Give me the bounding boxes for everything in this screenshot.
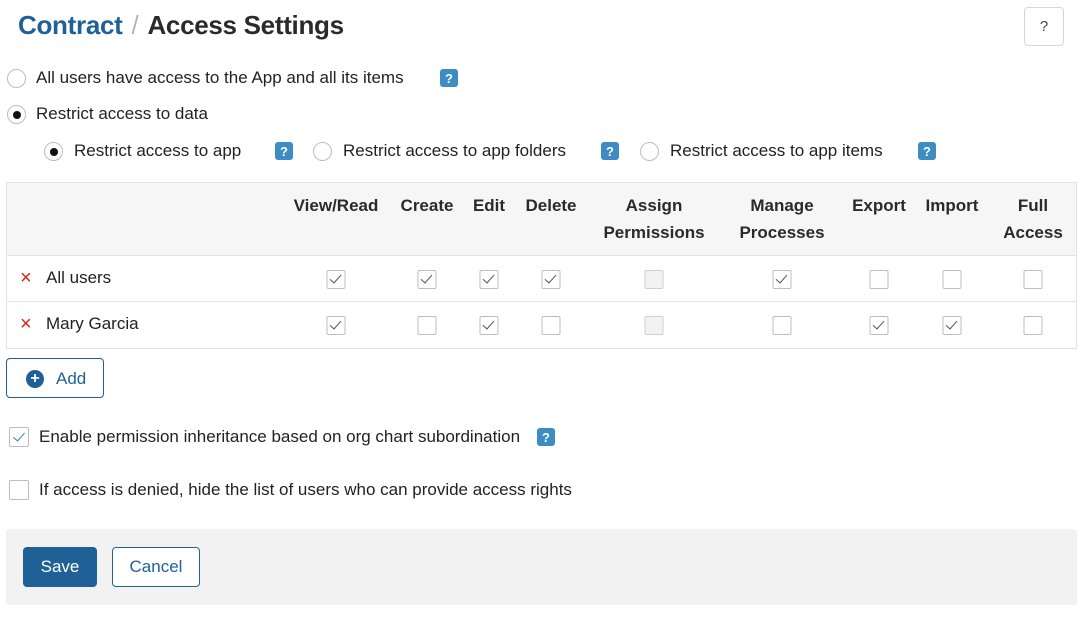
permission-checkbox-manage-processes[interactable] <box>772 270 792 289</box>
page-title: Contract / Access Settings <box>18 10 344 41</box>
permission-checkbox-import[interactable] <box>942 316 962 335</box>
restrict-access-label: Restrict access to data <box>36 104 208 123</box>
cancel-button[interactable]: Cancel <box>112 547 200 587</box>
remove-icon[interactable]: × <box>20 314 36 334</box>
permission-checkbox-view-read[interactable] <box>326 270 346 289</box>
user-name: Mary Garcia <box>46 314 139 333</box>
user-name: All users <box>46 268 112 287</box>
column-header-view-read: View/Read <box>293 196 379 215</box>
restrict-app-label: Restrict access to app <box>74 141 242 160</box>
hide-users-checkbox[interactable] <box>9 480 29 500</box>
column-header-delete: Delete <box>525 196 577 215</box>
permission-checkbox-create[interactable] <box>417 316 437 335</box>
column-header-full-access: Full Access <box>1003 196 1063 242</box>
form-footer: Save Cancel <box>6 529 1077 605</box>
page-title-text: Access Settings <box>147 10 344 40</box>
add-button-label: Add <box>56 369 87 388</box>
radio-restrict-folders[interactable] <box>313 142 332 161</box>
column-header-export: Export <box>852 196 906 215</box>
permission-checkbox-export[interactable] <box>869 316 889 335</box>
permission-checkbox-edit[interactable] <box>479 316 499 335</box>
column-header-assign-permissions: Assign Permissions <box>603 196 705 242</box>
table-row: × Mary Garcia <box>7 302 1076 348</box>
table-row: × All users <box>7 256 1076 302</box>
help-badge-icon[interactable]: ? <box>440 69 458 87</box>
save-button[interactable]: Save <box>23 547 97 587</box>
permission-checkbox-manage-processes[interactable] <box>772 316 792 335</box>
restrict-folders-label: Restrict access to app folders <box>343 141 566 160</box>
plus-circle-icon: + <box>26 370 44 388</box>
question-icon: ? <box>1039 18 1049 35</box>
breadcrumb-separator: / <box>131 10 139 40</box>
column-header-edit: Edit <box>472 196 506 215</box>
permission-checkbox-delete[interactable] <box>541 270 561 289</box>
remove-icon[interactable]: × <box>20 268 36 288</box>
permission-checkbox-delete[interactable] <box>541 316 561 335</box>
column-header-import: Import <box>925 196 979 215</box>
inheritance-label: Enable permission inheritance based on o… <box>39 427 521 446</box>
help-badge-icon[interactable]: ? <box>275 142 293 160</box>
help-button[interactable]: ? <box>1024 7 1064 46</box>
permission-checkbox-assign-permissions <box>644 316 664 335</box>
radio-restrict-access[interactable] <box>7 105 26 124</box>
radio-restrict-app[interactable] <box>44 142 63 161</box>
permissions-table: View/Read Create Edit Delete Assign Permi… <box>6 182 1077 349</box>
restrict-items-label: Restrict access to app items <box>670 141 883 160</box>
permission-checkbox-assign-permissions <box>644 270 664 289</box>
help-badge-icon[interactable]: ? <box>601 142 619 160</box>
permission-checkbox-export[interactable] <box>869 270 889 289</box>
help-badge-icon[interactable]: ? <box>537 428 555 446</box>
permission-checkbox-full-access[interactable] <box>1023 270 1043 289</box>
add-button[interactable]: + Add <box>6 358 104 398</box>
column-header-manage-processes: Manage Processes <box>739 196 825 242</box>
radio-all-users-access[interactable] <box>7 69 26 88</box>
permission-checkbox-full-access[interactable] <box>1023 316 1043 335</box>
breadcrumb-contract[interactable]: Contract <box>18 10 123 41</box>
column-header-create: Create <box>400 196 454 215</box>
permissions-table-header: View/Read Create Edit Delete Assign Permi… <box>7 183 1076 256</box>
permission-checkbox-view-read[interactable] <box>326 316 346 335</box>
permission-checkbox-import[interactable] <box>942 270 962 289</box>
hide-users-label: If access is denied, hide the list of us… <box>39 480 572 499</box>
all-users-access-label: All users have access to the App and all… <box>36 68 404 87</box>
permission-checkbox-edit[interactable] <box>479 270 499 289</box>
permission-checkbox-create[interactable] <box>417 270 437 289</box>
radio-restrict-items[interactable] <box>640 142 659 161</box>
inheritance-checkbox[interactable] <box>9 427 29 447</box>
help-badge-icon[interactable]: ? <box>918 142 936 160</box>
